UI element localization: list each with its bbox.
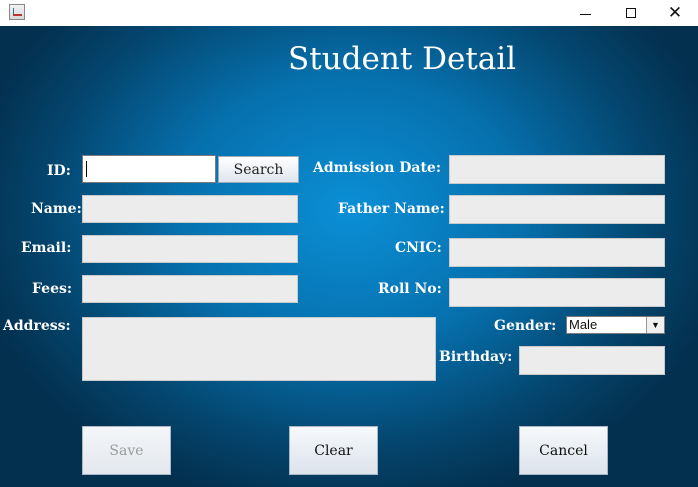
admission-date-label: Admission Date: <box>313 160 442 176</box>
chevron-down-icon[interactable]: ▼ <box>646 317 664 333</box>
page-title: Student Detail <box>288 41 517 77</box>
gender-label: Gender: <box>494 318 557 334</box>
admission-date-input[interactable] <box>449 155 665 184</box>
name-input[interactable] <box>82 195 298 223</box>
email-label: Email: <box>21 240 72 256</box>
text-caret <box>86 161 87 177</box>
clear-button[interactable]: Clear <box>289 426 378 475</box>
id-label: ID: <box>47 163 71 179</box>
form-panel: Student Detail ID: Name: Email: Fees: Ad… <box>0 0 698 487</box>
email-input[interactable] <box>82 235 298 263</box>
cnic-label: CNIC: <box>395 240 442 256</box>
fees-input[interactable] <box>82 275 298 303</box>
address-textarea[interactable] <box>82 317 436 381</box>
fees-label: Fees: <box>32 281 73 297</box>
roll-no-input[interactable] <box>449 278 665 307</box>
birthday-input[interactable] <box>519 346 665 375</box>
search-button[interactable]: Search <box>218 156 299 183</box>
name-label: Name: <box>31 201 82 217</box>
address-label: Address: <box>3 318 71 334</box>
gender-select[interactable]: Male ▼ <box>566 316 665 334</box>
father-name-label: Father Name: <box>338 201 445 217</box>
roll-no-label: Roll No: <box>378 281 442 297</box>
gender-selected-value: Male <box>569 317 598 332</box>
cnic-input[interactable] <box>449 238 665 267</box>
save-button[interactable]: Save <box>82 426 171 475</box>
cancel-button[interactable]: Cancel <box>519 426 608 475</box>
id-input[interactable] <box>82 155 216 183</box>
birthday-label: Birthday: <box>439 349 513 365</box>
father-name-input[interactable] <box>449 195 665 224</box>
